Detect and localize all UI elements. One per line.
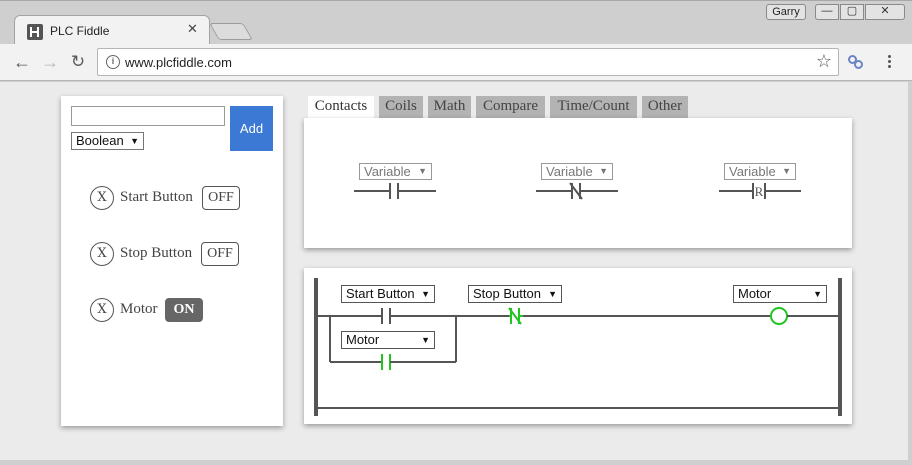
dropdown-arrow-icon: ▼ bbox=[548, 289, 557, 299]
tab-close-icon[interactable]: ✕ bbox=[187, 21, 198, 37]
profile-user-badge[interactable]: Garry bbox=[766, 4, 806, 20]
variable-state-toggle[interactable]: ON bbox=[165, 298, 203, 322]
address-bar[interactable]: i www.plcfiddle.com ☆ bbox=[97, 48, 839, 76]
tab-title: PLC Fiddle bbox=[50, 24, 110, 38]
rung-select-value: Start Button bbox=[346, 286, 415, 301]
rung-select-value: Motor bbox=[738, 286, 772, 301]
palette-variable-select[interactable]: Variable ▼ bbox=[359, 163, 432, 180]
motor-coil-icon bbox=[770, 307, 788, 325]
new-tab-button[interactable] bbox=[209, 23, 253, 40]
variable-name: Start Button bbox=[120, 189, 193, 205]
palette-item-nc-contact[interactable]: Variable ▼ bbox=[536, 163, 620, 203]
palette-select-value: Variable bbox=[364, 164, 411, 179]
palette-item-no-contact[interactable]: Variable ▼ bbox=[354, 163, 438, 203]
extension-icon[interactable] bbox=[847, 53, 865, 71]
back-arrow-icon[interactable]: ← bbox=[11, 51, 33, 73]
window-maximize-button[interactable]: ▢ bbox=[840, 4, 864, 20]
bookmark-star-icon[interactable]: ☆ bbox=[816, 51, 832, 72]
variable-type-select[interactable]: Boolean ▼ bbox=[71, 132, 144, 150]
tab-time-count[interactable]: Time/Count bbox=[550, 96, 637, 118]
rung-coil-select-motor[interactable]: Motor ▼ bbox=[733, 285, 827, 303]
reset-contact-icon: R bbox=[719, 183, 801, 199]
palette-item-reset-contact[interactable]: Variable ▼ R bbox=[719, 163, 803, 203]
rung-contact-select-start[interactable]: Start Button ▼ bbox=[341, 285, 435, 303]
reload-icon[interactable]: ↻ bbox=[67, 51, 89, 73]
page-viewport: Boolean ▼ Add X Start Button OFF X Stop … bbox=[0, 82, 908, 460]
delete-variable-icon[interactable]: X bbox=[90, 186, 114, 210]
browser-tab[interactable]: PLC Fiddle ✕ bbox=[14, 15, 210, 46]
palette-select-value: Variable bbox=[546, 164, 593, 179]
dropdown-arrow-icon: ▼ bbox=[782, 166, 791, 176]
tab-contacts[interactable]: Contacts bbox=[308, 96, 374, 118]
variable-name: Stop Button bbox=[120, 245, 193, 261]
tab-compare[interactable]: Compare bbox=[476, 96, 545, 118]
url-text[interactable]: www.plcfiddle.com bbox=[125, 55, 232, 70]
reset-letter: R bbox=[755, 184, 764, 199]
window-minimize-button[interactable]: — bbox=[815, 4, 839, 20]
variable-state-toggle[interactable]: OFF bbox=[201, 242, 239, 266]
tab-coils[interactable]: Coils bbox=[379, 96, 423, 118]
delete-variable-icon[interactable]: X bbox=[90, 298, 114, 322]
browser-toolbar: ← → ↻ i www.plcfiddle.com ☆ bbox=[0, 44, 912, 81]
plc-favicon-icon bbox=[27, 24, 43, 40]
forward-arrow-icon[interactable]: → bbox=[39, 51, 61, 73]
variable-state-toggle[interactable]: OFF bbox=[202, 186, 240, 210]
add-variable-button[interactable]: Add bbox=[230, 106, 273, 151]
tab-other[interactable]: Other bbox=[642, 96, 688, 118]
browser-menu-icon[interactable] bbox=[881, 53, 897, 71]
rung-select-value: Motor bbox=[346, 332, 380, 347]
dropdown-arrow-icon: ▼ bbox=[421, 289, 430, 299]
tab-math[interactable]: Math bbox=[428, 96, 471, 118]
dropdown-arrow-icon: ▼ bbox=[421, 335, 430, 345]
variable-type-value: Boolean bbox=[76, 133, 124, 148]
rung-select-value: Stop Button bbox=[473, 286, 541, 301]
variable-name: Motor bbox=[120, 301, 158, 317]
rung-contact-select-stop[interactable]: Stop Button ▼ bbox=[468, 285, 562, 303]
dropdown-arrow-icon: ▼ bbox=[599, 166, 608, 176]
dropdown-arrow-icon: ▼ bbox=[813, 289, 822, 299]
palette-variable-select[interactable]: Variable ▼ bbox=[541, 163, 613, 180]
normally-open-contact-icon bbox=[354, 183, 436, 199]
variable-name-input[interactable] bbox=[71, 106, 225, 126]
site-info-icon[interactable]: i bbox=[106, 55, 120, 69]
dropdown-arrow-icon: ▼ bbox=[418, 166, 427, 176]
variables-panel: Boolean ▼ Add X Start Button OFF X Stop … bbox=[61, 96, 283, 426]
browser-titlebar: PLC Fiddle ✕ Garry — ▢ ✕ bbox=[0, 0, 912, 46]
ladder-rung-editor: Start Button ▼ Stop Button ▼ Motor ▼ Mot… bbox=[304, 268, 852, 424]
window-close-button[interactable]: ✕ bbox=[865, 4, 905, 20]
delete-variable-icon[interactable]: X bbox=[90, 242, 114, 266]
normally-closed-contact-icon bbox=[536, 182, 618, 200]
instruction-palette: Variable ▼ Variable ▼ Variable ▼ R bbox=[304, 118, 852, 248]
palette-variable-select[interactable]: Variable ▼ bbox=[724, 163, 796, 180]
dropdown-arrow-icon: ▼ bbox=[130, 136, 139, 146]
rung-branch-select-motor[interactable]: Motor ▼ bbox=[341, 331, 435, 349]
palette-select-value: Variable bbox=[729, 164, 776, 179]
